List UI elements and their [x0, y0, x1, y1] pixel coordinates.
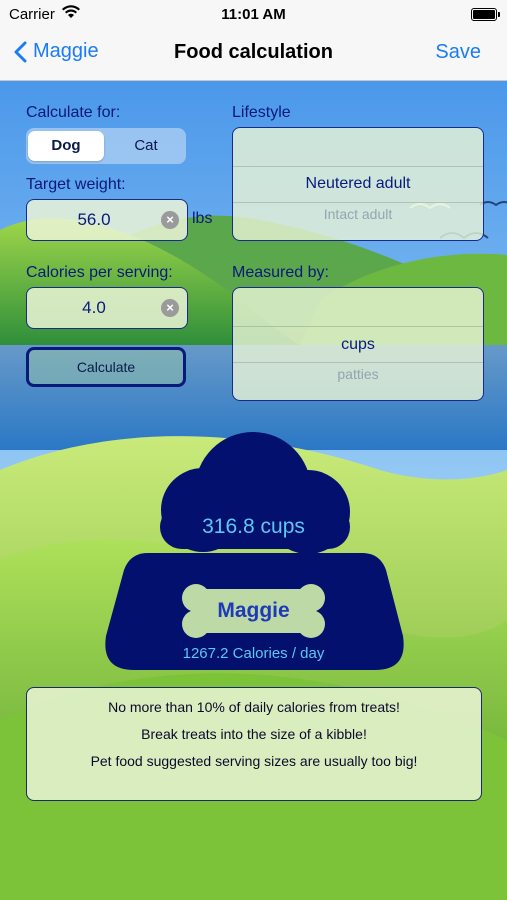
tip-kibble: Break treats into the size of a kibble!	[141, 726, 367, 742]
tips-panel: No more than 10% of daily calories from …	[26, 687, 482, 801]
daily-calories: 1267.2 Calories / day	[182, 645, 325, 662]
pet-name: Maggie	[217, 599, 290, 622]
portion-amount: 316.8 cups	[202, 515, 305, 538]
tip-serving-sizes: Pet food suggested serving sizes are usu…	[90, 753, 418, 769]
tip-treats: No more than 10% of daily calories from …	[108, 699, 400, 715]
